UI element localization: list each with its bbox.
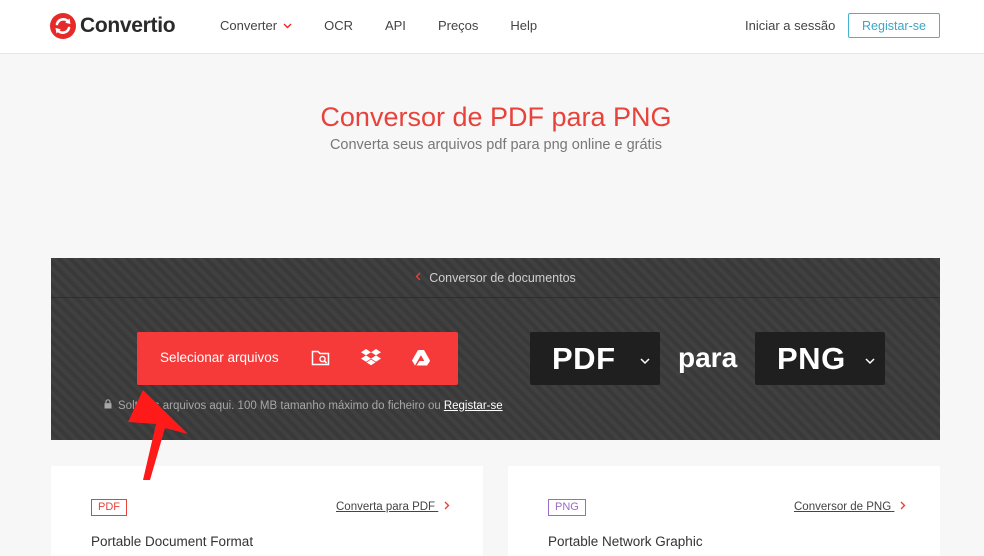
annotation-arrow-icon xyxy=(128,390,192,491)
google-drive-icon[interactable] xyxy=(409,346,433,370)
chevron-right-icon xyxy=(900,501,906,513)
png-format-name: Portable Network Graphic xyxy=(548,534,703,549)
png-badge: PNG xyxy=(548,499,586,516)
png-info-card: PNG Conversor de PNG Portable Network Gr… xyxy=(508,466,940,556)
chevron-down-icon xyxy=(865,352,875,370)
nav-converter-label: Converter xyxy=(220,18,278,33)
select-files-label[interactable]: Selecionar arquivos xyxy=(160,350,279,365)
nav-ocr[interactable]: OCR xyxy=(324,18,353,33)
folder-search-icon[interactable] xyxy=(309,346,333,370)
nav-api[interactable]: API xyxy=(385,18,406,33)
nav-ocr-label: OCR xyxy=(324,18,353,33)
main-nav: Converter OCR API Preços Help xyxy=(220,18,569,33)
pdf-badge: PDF xyxy=(91,499,127,516)
to-format-value: PNG xyxy=(777,341,846,376)
chevron-left-icon xyxy=(415,272,421,284)
chevron-down-icon xyxy=(283,21,292,31)
lock-icon xyxy=(104,399,112,412)
dropbox-icon[interactable] xyxy=(359,346,383,370)
from-format-select[interactable]: PDF xyxy=(530,332,660,385)
convertio-logo[interactable]: Convertio xyxy=(50,12,176,40)
register-button[interactable]: Registar-se xyxy=(848,13,940,38)
breadcrumb[interactable]: Conversor de documentos xyxy=(51,258,940,298)
nav-api-label: API xyxy=(384,18,406,33)
nav-converter[interactable]: Converter xyxy=(220,18,292,33)
convert-to-pdf-label: Converta para PDF xyxy=(336,501,436,513)
pdf-info-card: PDF Converta para PDF Portable Document … xyxy=(51,466,483,556)
nav-help-label: Help xyxy=(510,18,538,33)
png-converter-label: Conversor de PNG xyxy=(794,501,892,513)
convert-to-pdf-link[interactable]: Converta para PDF xyxy=(336,501,450,513)
chevron-down-icon xyxy=(640,352,650,370)
nav-precos[interactable]: Preços xyxy=(438,18,478,33)
format-joiner: para xyxy=(678,342,738,373)
png-converter-link[interactable]: Conversor de PNG xyxy=(794,501,906,513)
signin-link[interactable]: Iniciar a sessão xyxy=(745,18,835,33)
nav-precos-label: Preços xyxy=(437,18,479,33)
top-header: Convertio Converter OCR API Preços Help … xyxy=(0,0,984,54)
convertio-logo-icon xyxy=(50,13,76,39)
chevron-right-icon xyxy=(444,501,450,513)
from-format-value: PDF xyxy=(552,341,616,376)
select-files-button[interactable]: Selecionar arquivos xyxy=(137,332,458,385)
nav-help[interactable]: Help xyxy=(510,18,537,33)
page-title: Conversor de PDF para PNG xyxy=(320,102,672,132)
to-format-select[interactable]: PNG xyxy=(755,332,885,385)
logo-text: Convertio xyxy=(80,14,176,37)
breadcrumb-label: Conversor de documentos xyxy=(429,270,576,285)
page-subtitle: Converta seus arquivos pdf para png onli… xyxy=(329,137,663,153)
drop-note-register-link[interactable]: Registar-se xyxy=(444,400,503,412)
pdf-format-name: Portable Document Format xyxy=(91,534,254,549)
